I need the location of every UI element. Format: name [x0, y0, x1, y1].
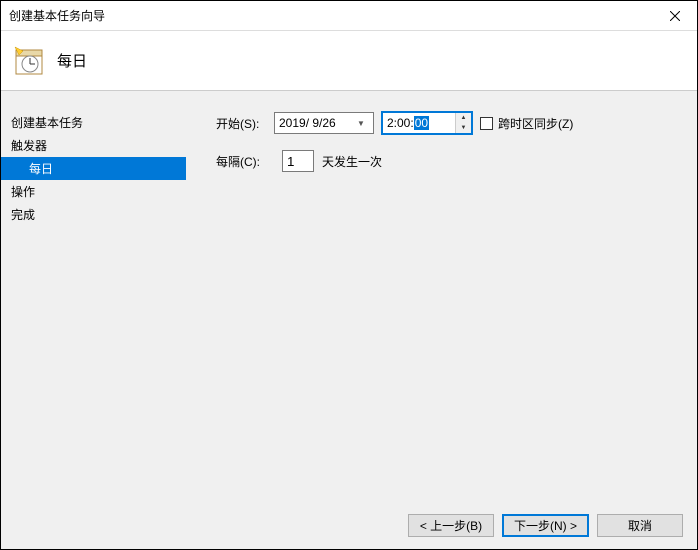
next-button[interactable]: 下一步(N) > — [502, 514, 589, 537]
main-panel: 开始(S): 2019/ 9/26 ▼ 2:00:00 ▲ ▼ 跨时区同步(Z)… — [186, 91, 697, 501]
sidebar-item-create-task[interactable]: 创建基本任务 — [1, 111, 186, 134]
recur-input[interactable] — [282, 150, 314, 172]
wizard-steps-sidebar: 创建基本任务 触发器 每日 操作 完成 — [1, 91, 186, 501]
titlebar: 创建基本任务向导 — [1, 1, 697, 31]
recur-suffix: 天发生一次 — [322, 153, 382, 170]
sidebar-item-finish[interactable]: 完成 — [1, 203, 186, 226]
clock-icon — [13, 45, 45, 77]
recur-label: 每隔(C): — [216, 153, 266, 170]
checkbox-box — [480, 117, 493, 130]
sidebar-item-trigger[interactable]: 触发器 — [1, 134, 186, 157]
spinner-down[interactable]: ▼ — [456, 123, 471, 133]
sidebar-item-action[interactable]: 操作 — [1, 180, 186, 203]
time-spinner: ▲ ▼ — [455, 113, 471, 133]
close-button[interactable] — [652, 1, 697, 30]
chevron-down-icon: ▼ — [353, 119, 369, 128]
sync-timezone-checkbox[interactable]: 跨时区同步(Z) — [480, 115, 573, 132]
sync-timezone-label: 跨时区同步(Z) — [498, 115, 573, 132]
content-area: 创建基本任务 触发器 每日 操作 完成 开始(S): 2019/ 9/26 ▼ … — [1, 91, 697, 501]
page-title: 每日 — [57, 50, 87, 71]
start-row: 开始(S): 2019/ 9/26 ▼ 2:00:00 ▲ ▼ 跨时区同步(Z) — [216, 111, 677, 135]
spinner-up[interactable]: ▲ — [456, 113, 471, 123]
recur-row: 每隔(C): 天发生一次 — [216, 149, 677, 173]
sidebar-item-daily[interactable]: 每日 — [1, 157, 186, 180]
cancel-button[interactable]: 取消 — [597, 514, 683, 537]
time-value: 2:00:00 — [387, 116, 455, 130]
close-icon — [670, 11, 680, 21]
wizard-header: 每日 — [1, 31, 697, 91]
date-picker[interactable]: 2019/ 9/26 ▼ — [274, 112, 374, 134]
back-button[interactable]: < 上一步(B) — [408, 514, 494, 537]
window-title: 创建基本任务向导 — [9, 7, 652, 24]
time-picker[interactable]: 2:00:00 ▲ ▼ — [382, 112, 472, 134]
date-value: 2019/ 9/26 — [279, 116, 353, 130]
footer: < 上一步(B) 下一步(N) > 取消 — [1, 501, 697, 549]
start-label: 开始(S): — [216, 115, 266, 132]
